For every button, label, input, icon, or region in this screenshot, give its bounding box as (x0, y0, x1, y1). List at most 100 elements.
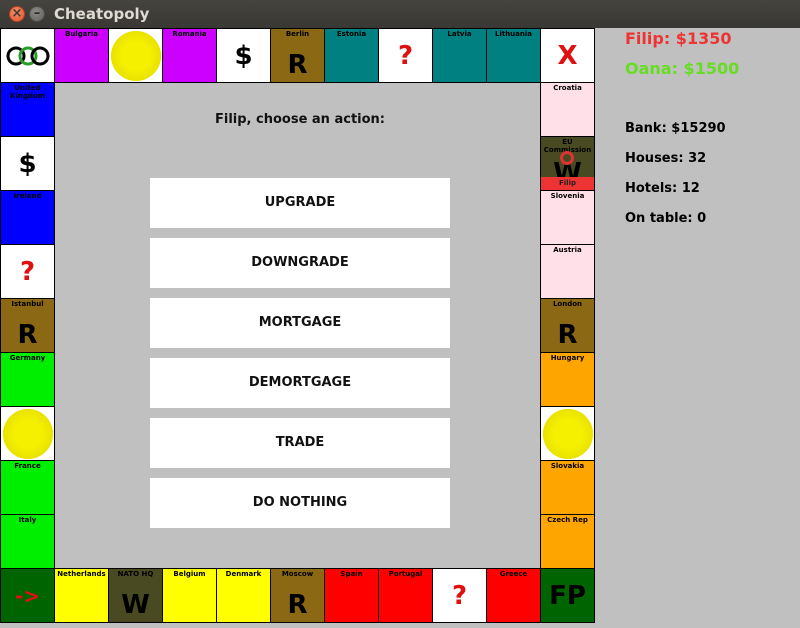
cell-name: Slovenia (550, 192, 585, 200)
cell-name: Greece (499, 570, 528, 578)
board-cell-bottom-10[interactable]: FP (540, 568, 595, 623)
cell-symbol: ? (19, 256, 36, 287)
board-cell-top-10[interactable]: X (540, 28, 595, 83)
board-cell-bulgaria[interactable]: Bulgaria (54, 28, 109, 83)
board-cell-berlin[interactable]: Berlin R (270, 28, 325, 83)
board-cell-eu-commission[interactable]: EU Commission W Filip (540, 136, 595, 191)
cell-name: Bulgaria (64, 30, 99, 38)
cell-name: Berlin (285, 30, 310, 38)
board-cell-denmark[interactable]: Denmark (216, 568, 271, 623)
cell-name: Spain (340, 570, 363, 578)
demortgage-button[interactable]: DEMORTGAGE (150, 358, 450, 408)
sun-icon (2, 408, 53, 459)
upgrade-button[interactable]: UPGRADE (150, 178, 450, 228)
player-oana-money: Oana: $1500 (625, 59, 740, 78)
board-cell-top-2[interactable] (108, 28, 163, 83)
player-token-filip (560, 151, 574, 165)
owner-label: Filip (541, 177, 594, 190)
board-cell-moscow[interactable]: Moscow R (270, 568, 325, 623)
board-cell-italy[interactable]: Italy (0, 514, 55, 569)
go-icon (6, 46, 50, 66)
sun-icon (542, 408, 593, 459)
cell-symbol: ? (451, 580, 468, 611)
board-cell-netherlands[interactable]: Netherlands (54, 568, 109, 623)
board-cell-top-4[interactable]: $ (216, 28, 271, 83)
cell-name: NATO HQ (117, 570, 154, 578)
cell-name: Romania (172, 30, 207, 38)
board-cell-austria[interactable]: Austria (540, 244, 595, 299)
board-cell-left-6[interactable] (0, 406, 55, 461)
board-cell-lithuania[interactable]: Lithuania (486, 28, 541, 83)
cell-symbol: X (557, 40, 578, 71)
cell-name: Moscow (281, 570, 314, 578)
board-cell-london[interactable]: London R (540, 298, 595, 353)
on-table-amount: On table: 0 (625, 211, 707, 226)
cell-name: Czech Rep (547, 516, 588, 524)
board-cell-bottom-0[interactable]: -> (0, 568, 55, 623)
cell-name: Croatia (553, 84, 582, 92)
board-cell-left-3[interactable]: ? (0, 244, 55, 299)
cell-symbol: $ (18, 148, 37, 179)
board-cell-nato-hq[interactable]: NATO HQ W (108, 568, 163, 623)
board-cell-ireland[interactable]: Ireland (0, 190, 55, 245)
board-cell-czech-rep[interactable]: Czech Rep (540, 514, 595, 569)
minimize-window-button[interactable]: – (29, 6, 45, 22)
window-title: Cheatopoly (54, 5, 150, 23)
cell-name: Istanbul (11, 300, 44, 308)
board-cell-left-1[interactable]: $ (0, 136, 55, 191)
close-window-button[interactable]: × (9, 6, 25, 22)
board-cell-slovenia[interactable]: Slovenia (540, 190, 595, 245)
cell-name: Hungary (550, 354, 585, 362)
board-cell-spain[interactable]: Spain (324, 568, 379, 623)
houses-count: Houses: 32 (625, 151, 707, 166)
do-nothing-button[interactable]: DO NOTHING (150, 478, 450, 528)
trade-button[interactable]: TRADE (150, 418, 450, 468)
cell-symbol: W (121, 590, 150, 620)
cell-name: France (14, 462, 41, 470)
board-cell-croatia[interactable]: Croatia (540, 82, 595, 137)
cell-name: Slovakia (550, 462, 585, 470)
board-cell-greece[interactable]: Greece (486, 568, 541, 623)
cell-symbol: R (287, 590, 308, 620)
board-cell-bottom-8[interactable]: ? (432, 568, 487, 623)
board-cell-latvia[interactable]: Latvia (432, 28, 487, 83)
cell-name: Belgium (173, 570, 206, 578)
cell-name: London (552, 300, 583, 308)
cell-symbol: FP (549, 580, 586, 611)
cell-symbol: R (557, 320, 578, 350)
hotels-count: Hotels: 12 (625, 181, 700, 196)
board-cell-top-7[interactable]: ? (378, 28, 433, 83)
board-cell-hungary[interactable]: Hungary (540, 352, 595, 407)
mortgage-button[interactable]: MORTGAGE (150, 298, 450, 348)
board-cell-top-0[interactable] (0, 28, 55, 83)
board-cell-france[interactable]: France (0, 460, 55, 515)
board-cell-romania[interactable]: Romania (162, 28, 217, 83)
board-cell-belgium[interactable]: Belgium (162, 568, 217, 623)
cell-symbol: R (287, 50, 308, 80)
cell-symbol: ? (397, 40, 414, 71)
board-cell-estonia[interactable]: Estonia (324, 28, 379, 83)
cell-symbol: R (17, 320, 38, 350)
cell-name: Netherlands (57, 570, 106, 578)
board-cell-slovakia[interactable]: Slovakia (540, 460, 595, 515)
title-bar: × – Cheatopoly (0, 0, 800, 28)
cell-name: Austria (553, 246, 582, 254)
minimize-icon: – (33, 6, 41, 21)
bank-balance: Bank: $15290 (625, 121, 726, 136)
cell-name: Denmark (225, 570, 262, 578)
cell-name: Portugal (388, 570, 423, 578)
board-cell-istanbul[interactable]: Istanbul R (0, 298, 55, 353)
action-prompt: Filip, choose an action: (214, 112, 385, 127)
close-icon: × (11, 6, 23, 21)
cell-name: Ireland (13, 192, 42, 200)
board-cell-germany[interactable]: Germany (0, 352, 55, 407)
cell-name: Latvia (447, 30, 472, 38)
cell-name: Italy (18, 516, 37, 524)
board-cell-right-6[interactable] (540, 406, 595, 461)
board-cell-united-kingdom[interactable]: United Kingdom (0, 82, 55, 137)
player-filip-money: Filip: $1350 (625, 29, 732, 48)
sun-icon (110, 30, 161, 81)
downgrade-button[interactable]: DOWNGRADE (150, 238, 450, 288)
cell-symbol: -> (14, 583, 41, 608)
board-cell-portugal[interactable]: Portugal (378, 568, 433, 623)
